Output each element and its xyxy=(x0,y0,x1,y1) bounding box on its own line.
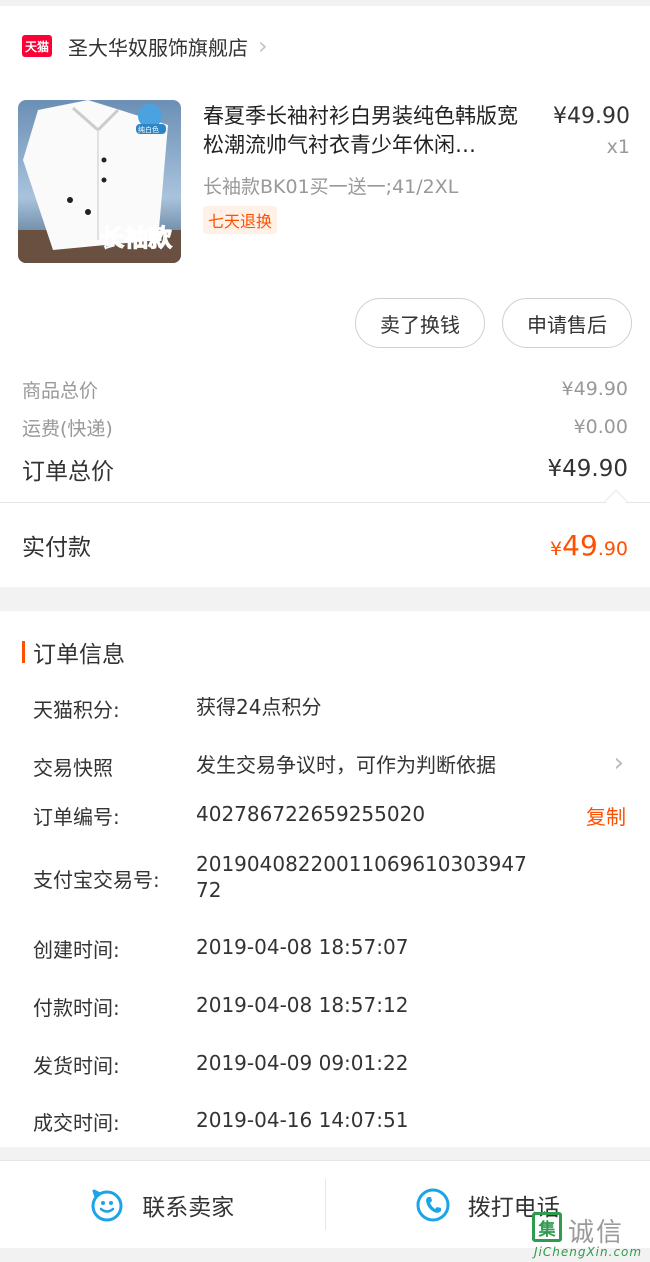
copy-button[interactable]: 复制 xyxy=(586,801,626,830)
product-image-caption: 长袖款 xyxy=(100,224,173,252)
divider xyxy=(0,489,650,513)
paid-row: 实付款 ¥49.90 xyxy=(0,503,650,587)
product-item[interactable]: 纯白色 长袖款 春夏季长袖衬衫白男装纯色韩版宽松潮流帅气衬衣青少年休闲… ¥49… xyxy=(0,86,650,286)
info-key: 付款时间: xyxy=(33,996,120,1020)
info-value: 2019-04-16 14:07:51 xyxy=(196,1108,409,1132)
product-title[interactable]: 春夏季长袖衬衫白男装纯色韩版宽松潮流帅气衬衣青少年休闲… xyxy=(203,102,535,160)
order-info-section: 订单信息 天猫积分: 获得24点积分 交易快照 发生交易争议时，可作为判断依据 … xyxy=(0,611,650,1147)
watermark-text: 诚信 xyxy=(568,1218,625,1248)
paid-amount: ¥49.90 xyxy=(550,529,628,562)
shipping-value: ¥0.00 xyxy=(573,416,628,438)
info-key: 交易快照 xyxy=(33,756,113,780)
price-summary: 商品总价 ¥49.90 运费(快递) ¥0.00 订单总价 ¥49.90 xyxy=(0,364,650,492)
info-value: 发生交易争议时，可作为判断依据 xyxy=(196,753,496,777)
chat-face-icon xyxy=(91,1189,123,1221)
chevron-right-icon: › xyxy=(258,32,268,60)
info-key: 创建时间: xyxy=(33,938,120,962)
phone-icon xyxy=(416,1188,450,1221)
contact-seller-label: 联系卖家 xyxy=(142,1194,235,1221)
product-sku: 长袖款BK01买一送一;41/2XL xyxy=(203,176,459,198)
alipay-trade-number: 20190408220011069610303947 72 xyxy=(196,852,527,902)
product-quantity: x1 xyxy=(606,136,630,158)
watermark-logo-icon: 集 xyxy=(532,1212,562,1242)
goods-total-value: ¥49.90 xyxy=(561,378,628,400)
order-card: 天猫 圣大华奴服饰旗舰店 › 纯白色 长袖款 春夏季长袖衬衫白男装纯色韩版宽松潮… xyxy=(0,6,650,587)
sell-button[interactable]: 卖了换钱 xyxy=(355,298,485,348)
order-total-value: ¥49.90 xyxy=(547,456,628,482)
shipping-row: 运费(快递) ¥0.00 xyxy=(22,408,628,446)
product-image[interactable]: 纯白色 长袖款 xyxy=(18,100,181,263)
store-name[interactable]: 圣大华奴服饰旗舰店 xyxy=(68,32,248,61)
paid-decimal: .90 xyxy=(597,537,628,560)
return-policy-badge: 七天退换 xyxy=(203,206,278,234)
order-info-header: 订单信息 xyxy=(0,611,650,693)
info-key: 发货时间: xyxy=(33,1054,120,1078)
product-price: ¥49.90 xyxy=(553,104,630,129)
action-buttons: 卖了换钱 申请售后 xyxy=(0,286,650,364)
order-total-label: 订单总价 xyxy=(22,459,114,485)
info-key: 天猫积分: xyxy=(33,698,120,722)
section-accent-bar xyxy=(22,641,25,663)
info-value: 获得24点积分 xyxy=(196,695,322,719)
paid-integer: 49 xyxy=(562,528,598,562)
info-key: 订单编号: xyxy=(33,805,120,829)
store-row[interactable]: 天猫 圣大华奴服饰旗舰店 › xyxy=(0,6,650,86)
goods-total-label: 商品总价 xyxy=(22,379,99,402)
info-value: 2019-04-08 18:57:12 xyxy=(196,993,409,1017)
contact-seller-button[interactable]: 联系卖家 xyxy=(0,1161,325,1248)
chevron-right-icon: › xyxy=(613,748,624,778)
section-gap xyxy=(0,587,650,611)
info-key: 成交时间: xyxy=(33,1111,120,1135)
order-total-row: 订单总价 ¥49.90 xyxy=(22,446,628,492)
watermark-url: JiChengXin.com xyxy=(534,1245,643,1259)
shipping-label: 运费(快递) xyxy=(22,417,113,440)
after-sale-button[interactable]: 申请售后 xyxy=(502,298,632,348)
paid-label: 实付款 xyxy=(22,535,91,561)
watermark: 集 诚信 JiChengXin.com xyxy=(532,1212,644,1260)
info-key: 支付宝交易号: xyxy=(33,868,160,892)
info-value: 2019-04-08 18:57:07 xyxy=(196,935,409,959)
order-info-title: 订单信息 xyxy=(33,642,125,668)
paid-currency: ¥ xyxy=(550,537,563,560)
goods-total-row: 商品总价 ¥49.90 xyxy=(22,370,628,408)
tmall-logo-icon: 天猫 xyxy=(22,35,52,57)
order-number: 402786722659255020 xyxy=(196,802,426,826)
info-value: 2019-04-09 09:01:22 xyxy=(196,1051,409,1075)
svg-text:纯白色: 纯白色 xyxy=(138,125,159,134)
